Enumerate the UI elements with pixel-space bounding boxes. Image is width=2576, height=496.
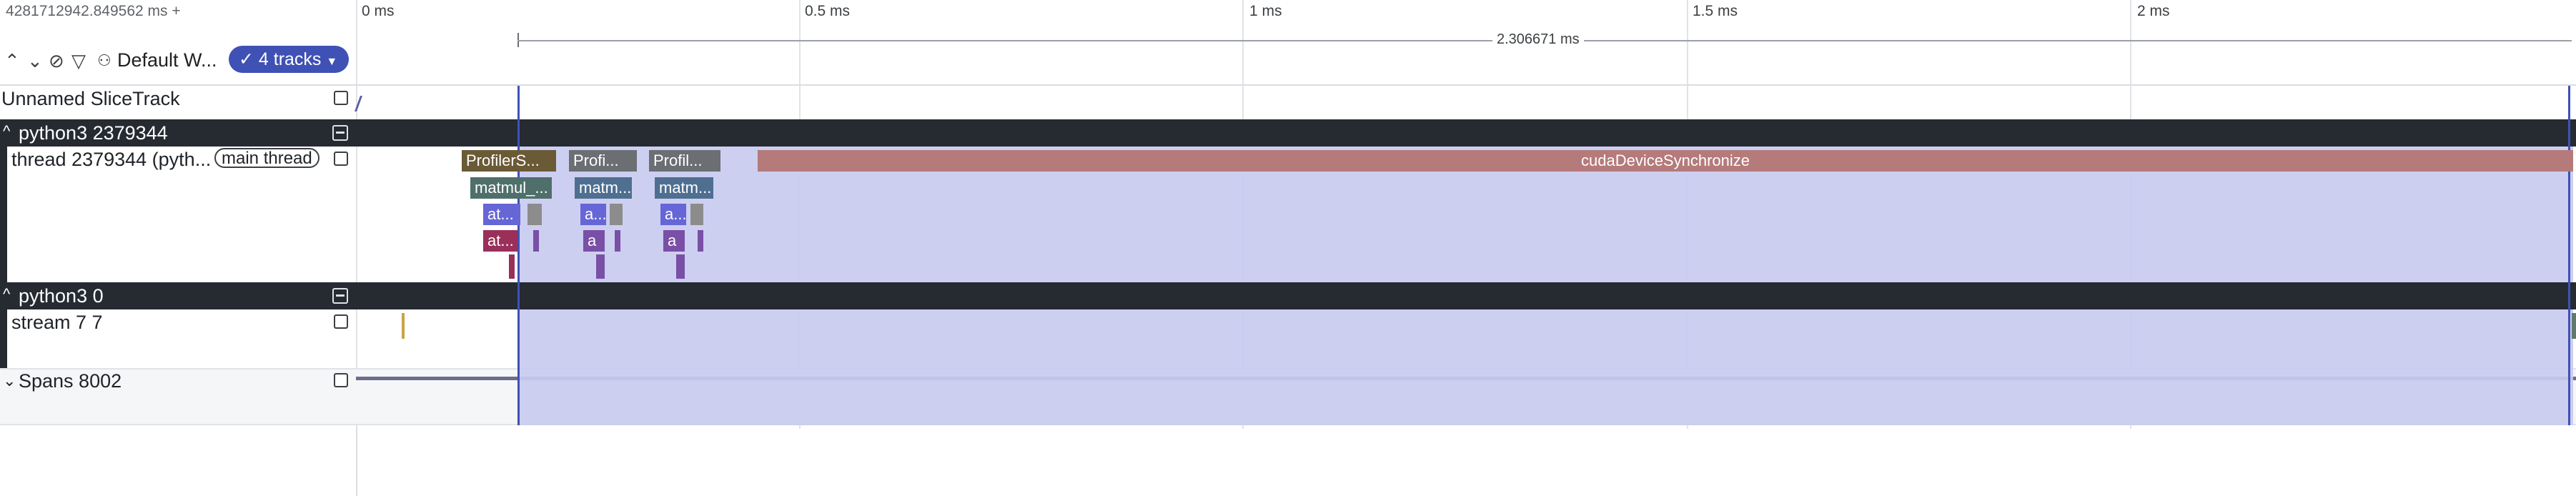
collapse-group-button[interactable] bbox=[332, 288, 348, 304]
dropdown-caret-icon: ▼ bbox=[326, 56, 338, 68]
slice-matmul[interactable]: matm... bbox=[575, 177, 632, 199]
group-indent-bar bbox=[0, 309, 7, 368]
slice-small[interactable] bbox=[509, 254, 515, 279]
selection-start-line[interactable] bbox=[517, 86, 520, 425]
stream-slice-marker[interactable] bbox=[2572, 313, 2576, 339]
check-icon: ✓ bbox=[239, 49, 254, 69]
collapse-group-button[interactable] bbox=[332, 125, 348, 141]
pin-checkbox-thread[interactable] bbox=[334, 152, 348, 166]
slice-aten[interactable]: a bbox=[583, 230, 605, 252]
thread-label: thread 2379344 (pyth... bbox=[11, 149, 212, 170]
tick-label: 0.5 ms bbox=[805, 3, 851, 19]
process2-label: python3 0 bbox=[19, 285, 104, 307]
header-divider bbox=[356, 84, 2576, 86]
timeline-area[interactable]: 0 ms 0.5 ms 1 ms 1.5 ms 2 ms 2.306671 ms… bbox=[354, 0, 2576, 496]
tick-label: 1 ms bbox=[1249, 3, 1282, 19]
pin-checkbox-stream[interactable] bbox=[334, 314, 348, 329]
slice-profiler[interactable]: ProfilerS... bbox=[462, 150, 556, 172]
selection-end-line[interactable] bbox=[2568, 86, 2570, 425]
stream-label: stream 7 7 bbox=[11, 312, 103, 333]
tick-label: 1.5 ms bbox=[1693, 3, 1738, 19]
expand-all-icon[interactable]: ⌃ bbox=[4, 50, 20, 71]
slice-small[interactable] bbox=[610, 204, 623, 225]
filter-icon[interactable]: ▽ bbox=[71, 50, 86, 71]
main-thread-chip: main thread bbox=[214, 148, 319, 168]
group-header-bar bbox=[356, 119, 2576, 147]
chevron-down-icon[interactable]: ⌄ bbox=[3, 372, 16, 390]
tracks-button-label: 4 tracks bbox=[258, 49, 322, 69]
timestamp-offset: 4281712942.849562 ms + bbox=[6, 3, 181, 19]
tick-label: 0 ms bbox=[362, 3, 395, 19]
pin-checkbox-spans[interactable] bbox=[334, 373, 348, 387]
tick-label: 2 ms bbox=[2137, 3, 2170, 19]
slice-aten[interactable]: at... bbox=[483, 230, 517, 252]
track-label-unnamed: Unnamed SliceTrack bbox=[1, 88, 180, 109]
track-label-panel: 4281712942.849562 ms + ⌃ ⌄ ⊘ ▽ ⚇ Default… bbox=[0, 0, 357, 496]
group-header-process2[interactable]: ^ python3 0 bbox=[0, 282, 356, 309]
group-header-bar bbox=[356, 282, 2576, 309]
slice-small[interactable] bbox=[698, 230, 703, 252]
unpin-icon[interactable]: ⊘ bbox=[49, 50, 64, 71]
slice-small[interactable] bbox=[533, 230, 539, 252]
slice-matmul[interactable]: matmul_... bbox=[470, 177, 552, 199]
chevron-up-icon[interactable]: ^ bbox=[3, 122, 10, 141]
workspace-selector[interactable]: Default W... bbox=[117, 49, 217, 71]
slice-aten[interactable]: a... bbox=[580, 204, 606, 225]
spans-label: Spans 8002 bbox=[19, 370, 122, 392]
slice-small[interactable] bbox=[690, 204, 703, 225]
slice-aten[interactable]: at... bbox=[483, 204, 520, 225]
slice-small[interactable] bbox=[676, 254, 685, 279]
process1-label: python3 2379344 bbox=[19, 122, 168, 144]
slice-profiler[interactable]: Profil... bbox=[649, 150, 720, 172]
slice-cuda-device-synchronize[interactable]: cudaDeviceSynchronize bbox=[758, 150, 2573, 172]
tracks-filter-button[interactable]: ✓ 4 tracks ▼ bbox=[229, 46, 349, 73]
grid-line bbox=[356, 0, 357, 429]
group-header-process1[interactable]: ^ python3 2379344 bbox=[0, 119, 356, 147]
selection-region-lower bbox=[519, 309, 2573, 425]
header-divider bbox=[0, 84, 356, 86]
slice-aten[interactable]: a... bbox=[660, 204, 686, 225]
stream-slice-marker[interactable] bbox=[402, 313, 405, 339]
slice-small[interactable] bbox=[615, 230, 620, 252]
selection-duration-label: 2.306671 ms bbox=[1492, 31, 1584, 48]
workspace-icon: ⚇ bbox=[97, 51, 112, 69]
slice-small[interactable] bbox=[527, 204, 542, 225]
pin-checkbox-unnamed[interactable] bbox=[334, 91, 348, 105]
group-indent-bar bbox=[0, 147, 7, 282]
slice-profiler[interactable]: Profi... bbox=[569, 150, 637, 172]
chevron-up-icon[interactable]: ^ bbox=[3, 285, 10, 304]
slice-small[interactable] bbox=[596, 254, 605, 279]
slice-matmul[interactable]: matm... bbox=[655, 177, 713, 199]
collapse-all-icon[interactable]: ⌄ bbox=[27, 50, 43, 71]
slice-aten[interactable]: a bbox=[663, 230, 685, 252]
